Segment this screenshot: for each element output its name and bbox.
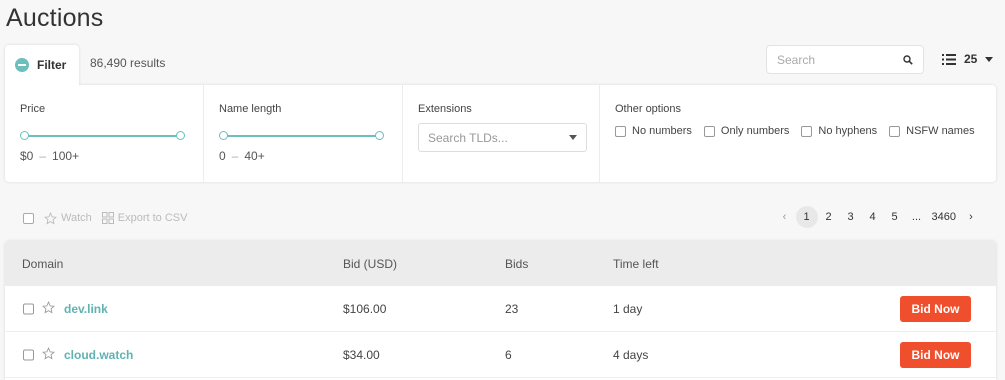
checkbox[interactable] — [801, 125, 813, 137]
name-length-slider[interactable] — [219, 129, 384, 143]
watch-button[interactable]: Watch — [44, 211, 92, 225]
domain-link[interactable]: cloud.watch — [64, 348, 133, 362]
checkbox[interactable] — [889, 125, 901, 137]
table-row: dev.link $106.00 23 1 day Bid Now — [5, 286, 996, 332]
header-time-left[interactable]: Time left — [613, 257, 659, 271]
search-icon[interactable] — [903, 54, 913, 65]
page-last[interactable]: 3460 — [928, 206, 960, 228]
name-length-min-value: 0 — [219, 149, 226, 163]
domain-link[interactable]: dev.link — [64, 302, 108, 316]
time-left: 1 day — [613, 301, 643, 316]
page-5[interactable]: 5 — [884, 206, 906, 228]
select-all-checkbox[interactable] — [23, 212, 34, 224]
star-icon — [44, 211, 57, 225]
header-bids[interactable]: Bids — [505, 257, 528, 271]
other-options-label: Other options — [615, 103, 682, 115]
price-filter: Price $0 – 100+ — [5, 85, 204, 182]
other-options-filter: Other options No numbers Only numbers No… — [600, 85, 996, 182]
star-icon[interactable] — [42, 346, 55, 363]
bid-value: $106.00 — [343, 301, 387, 316]
per-page-value: 25 — [964, 52, 978, 66]
price-min-value: $0 — [20, 149, 34, 163]
pagination: ‹ 1 2 3 4 5 ... 3460 › — [774, 206, 982, 228]
bid-now-button[interactable]: Bid Now — [900, 295, 971, 322]
name-length-label: Name length — [219, 103, 282, 115]
caret-down-icon — [569, 135, 577, 140]
search-box[interactable] — [766, 45, 924, 74]
price-slider[interactable] — [20, 129, 185, 143]
bid-now-button[interactable]: Bid Now — [900, 341, 971, 368]
price-max-value: 100+ — [52, 149, 80, 163]
export-csv-button[interactable]: Export to CSV — [101, 212, 187, 224]
results-count: 86,490 results — [90, 56, 166, 70]
option-no-numbers[interactable]: No numbers — [615, 125, 692, 137]
list-icon — [942, 53, 956, 65]
header-domain[interactable]: Domain — [22, 257, 63, 271]
page-ellipsis: ... — [911, 211, 922, 223]
page-2[interactable]: 2 — [818, 206, 840, 228]
name-length-max-value: 40+ — [244, 149, 265, 163]
filter-panel: Price $0 – 100+ Name length 0 – 40+ Exte… — [5, 85, 996, 182]
caret-down-icon — [985, 56, 994, 62]
price-max-handle[interactable] — [176, 131, 185, 140]
option-nsfw-names[interactable]: NSFW names — [889, 125, 975, 137]
table-header: Domain Bid (USD) Bids Time left — [5, 241, 996, 286]
auctions-table: Domain Bid (USD) Bids Time left dev.link… — [5, 241, 996, 380]
star-icon[interactable] — [42, 300, 55, 317]
page-3[interactable]: 3 — [840, 206, 862, 228]
bids-count: 23 — [505, 301, 519, 316]
page-4[interactable]: 4 — [862, 206, 884, 228]
option-no-hyphens[interactable]: No hyphens — [801, 125, 877, 137]
name-length-filter: Name length 0 – 40+ — [204, 85, 403, 182]
row-checkbox[interactable] — [23, 303, 34, 314]
price-label: Price — [20, 103, 46, 115]
page-1[interactable]: 1 — [795, 206, 818, 228]
row-checkbox[interactable] — [23, 349, 34, 360]
bid-value: $34.00 — [343, 347, 380, 362]
name-length-max-handle[interactable] — [375, 131, 384, 140]
tld-select-placeholder: Search TLDs... — [428, 130, 508, 145]
next-page-icon[interactable]: › — [960, 206, 982, 228]
grid-icon — [101, 212, 114, 224]
page-title: Auctions — [6, 4, 104, 32]
table-row: cloud.watch $34.00 6 4 days Bid Now — [5, 332, 996, 378]
option-only-numbers[interactable]: Only numbers — [703, 125, 789, 137]
name-length-min-handle[interactable] — [219, 131, 228, 140]
search-input[interactable] — [777, 52, 897, 67]
filter-tab[interactable]: Filter — [5, 45, 79, 85]
checkbox[interactable] — [615, 125, 626, 137]
bulk-toolbar: Watch Export to CSV ‹ 1 2 3 4 5 ... 3460… — [5, 200, 996, 236]
price-min-handle[interactable] — [20, 131, 29, 140]
bids-count: 6 — [505, 347, 512, 362]
extensions-label: Extensions — [418, 103, 472, 115]
header-bid[interactable]: Bid (USD) — [343, 257, 397, 271]
filter-tab-label: Filter — [37, 58, 67, 72]
per-page-select[interactable]: 25 — [942, 52, 994, 66]
prev-page-icon[interactable]: ‹ — [774, 206, 796, 228]
time-left: 4 days — [613, 347, 649, 362]
extensions-filter: Extensions Search TLDs... — [403, 85, 600, 182]
collapse-icon — [15, 58, 29, 72]
tld-select[interactable]: Search TLDs... — [418, 123, 587, 152]
checkbox[interactable] — [703, 125, 715, 137]
